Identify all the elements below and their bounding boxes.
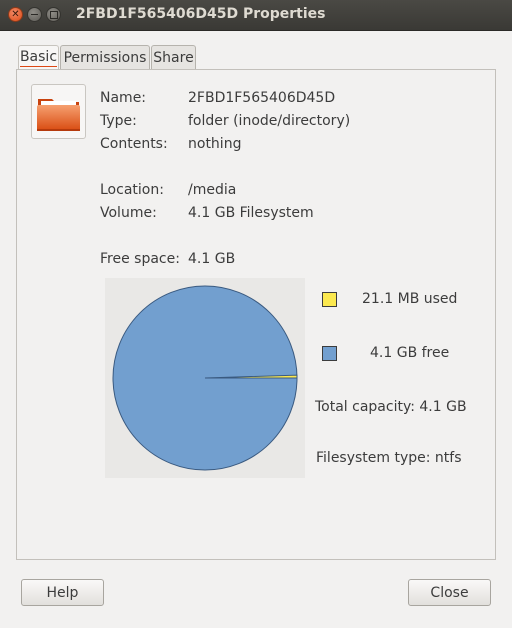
used-label: 21.1 MB used bbox=[362, 291, 458, 307]
folder-icon-button[interactable] bbox=[31, 84, 86, 139]
usage-pie-chart bbox=[105, 278, 305, 478]
close-button-label: Close bbox=[430, 584, 469, 601]
maximize-icon bbox=[49, 10, 58, 19]
used-color-swatch bbox=[322, 292, 337, 307]
minimize-icon bbox=[31, 13, 38, 16]
volume-value: 4.1 GB Filesystem bbox=[188, 205, 314, 221]
free-label: 4.1 GB free bbox=[370, 345, 450, 361]
help-button-label: Help bbox=[46, 584, 79, 601]
folder-icon bbox=[37, 99, 80, 131]
name-label: Name: bbox=[100, 90, 147, 106]
window-title: 2FBD1F565406D45D Properties bbox=[76, 6, 326, 22]
tab-basic[interactable]: Basic bbox=[18, 45, 59, 70]
volume-label: Volume: bbox=[100, 205, 157, 221]
free-space-value: 4.1 GB bbox=[188, 251, 236, 267]
close-icon: ✕ bbox=[11, 8, 20, 20]
location-value: /media bbox=[188, 182, 237, 198]
type-value: folder (inode/directory) bbox=[188, 113, 351, 129]
tab-basic-label: Basic bbox=[19, 49, 58, 67]
tab-permissions[interactable]: Permissions bbox=[60, 45, 150, 69]
title-bar: ✕ 2FBD1F565406D45D Properties bbox=[0, 0, 512, 31]
close-button[interactable]: Close bbox=[408, 579, 491, 606]
window-minimize-button[interactable] bbox=[27, 7, 42, 22]
type-label: Type: bbox=[100, 113, 137, 129]
name-value: 2FBD1F565406D45D bbox=[188, 90, 336, 106]
window-close-button[interactable]: ✕ bbox=[8, 7, 23, 22]
tab-permissions-label: Permissions bbox=[63, 49, 147, 66]
free-space-label: Free space: bbox=[100, 251, 180, 267]
contents-value: nothing bbox=[188, 136, 242, 152]
tab-share-label: Share bbox=[153, 49, 194, 66]
help-button[interactable]: Help bbox=[21, 579, 104, 606]
contents-label: Contents: bbox=[100, 136, 168, 152]
tab-share[interactable]: Share bbox=[151, 45, 196, 69]
location-label: Location: bbox=[100, 182, 164, 198]
filesystem-type: Filesystem type: ntfs bbox=[316, 450, 462, 466]
total-capacity: Total capacity: 4.1 GB bbox=[315, 399, 467, 415]
free-color-swatch bbox=[322, 346, 337, 361]
window-maximize-button[interactable] bbox=[46, 7, 61, 22]
